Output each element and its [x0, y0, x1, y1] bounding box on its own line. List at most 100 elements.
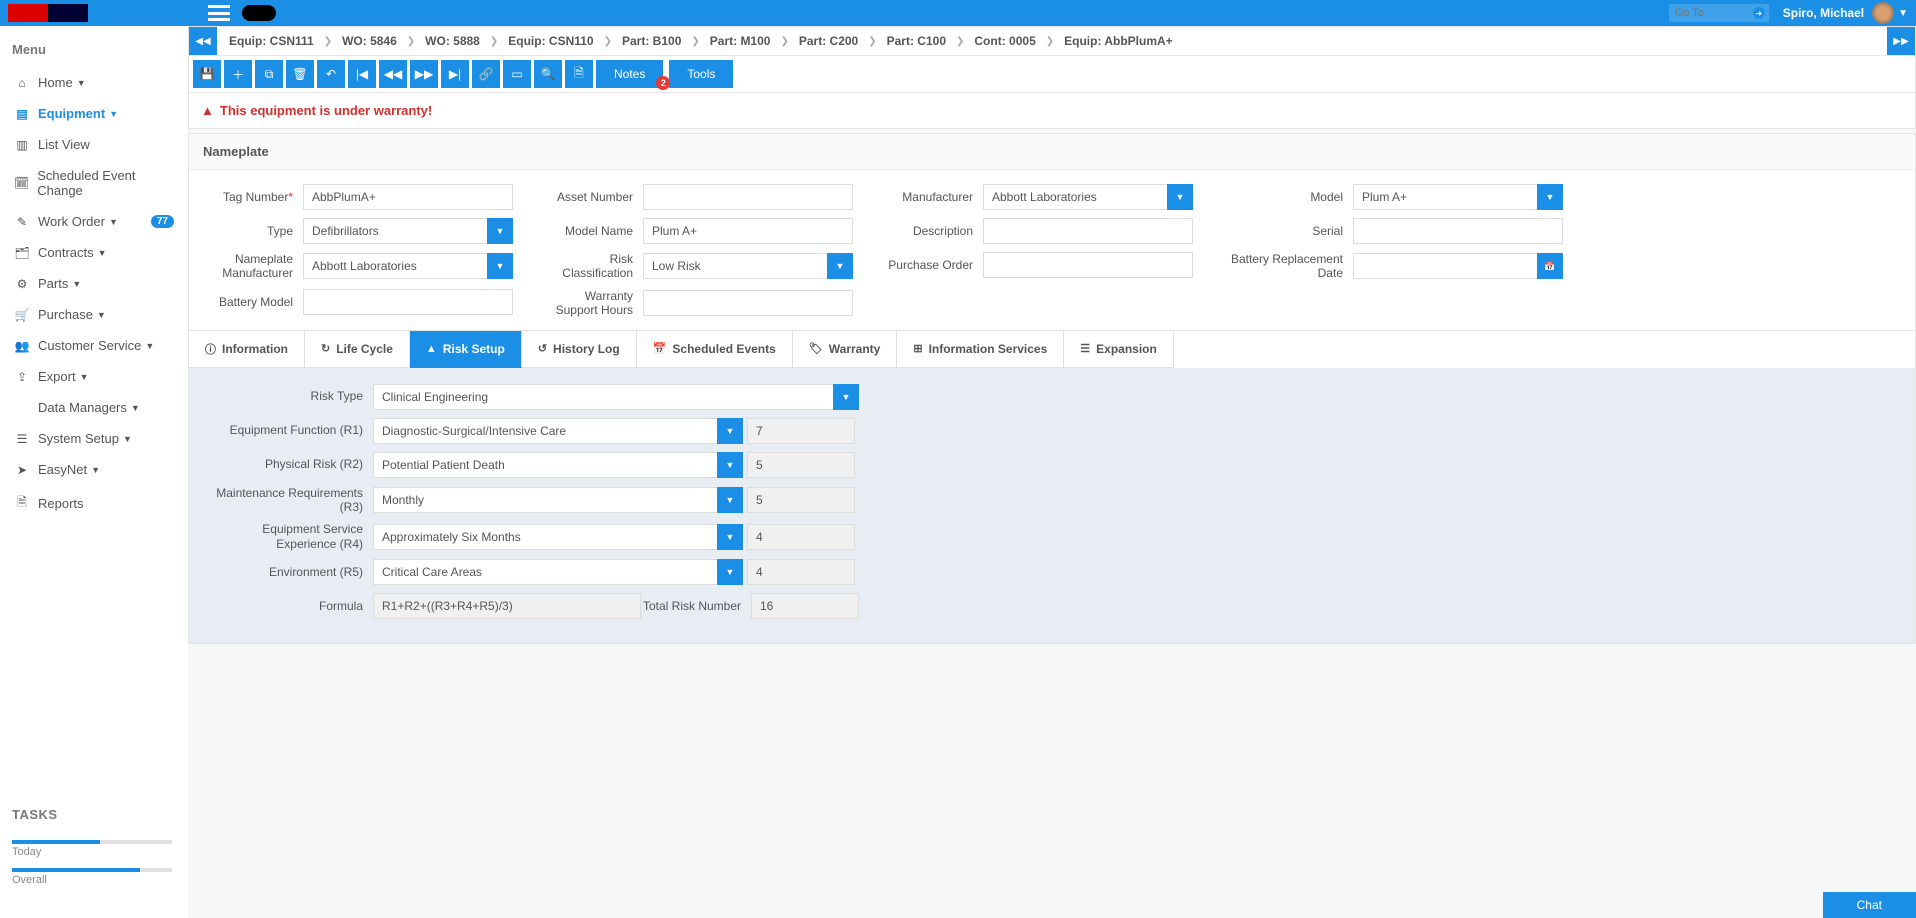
tab-scheduled-events[interactable]: 📅Scheduled Events: [637, 331, 793, 368]
menu-label: Reports: [38, 496, 84, 511]
tab-information[interactable]: ⓘInformation: [189, 331, 305, 368]
dark-mode-toggle[interactable]: [242, 5, 276, 21]
breadcrumb-back-icon[interactable]: ◀◀: [189, 27, 217, 55]
sidebar-item-system-setup[interactable]: ☰System Setup▼: [0, 423, 188, 454]
sidebar-item-home[interactable]: ⌂Home▼: [0, 67, 188, 98]
serial-input[interactable]: [1353, 218, 1563, 244]
next-icon[interactable]: ▶▶: [410, 60, 438, 88]
add-icon[interactable]: ＋: [224, 60, 252, 88]
r1-dropdown-icon[interactable]: ▼: [717, 418, 743, 444]
breadcrumb-item[interactable]: Part: C100: [885, 28, 948, 54]
np-manu-input[interactable]: [303, 253, 487, 279]
breadcrumb-item[interactable]: Cont: 0005: [972, 28, 1037, 54]
risk-type-input[interactable]: [373, 384, 833, 410]
r5-dropdown-icon[interactable]: ▼: [717, 559, 743, 585]
sidebar-item-data-managers[interactable]: Data Managers▼: [0, 392, 188, 423]
tab-information-services[interactable]: ⊞Information Services: [897, 331, 1064, 368]
user-avatar[interactable]: [1872, 2, 1894, 24]
tab-warranty[interactable]: 🏷Warranty: [793, 331, 898, 368]
copy-icon[interactable]: ⧉: [255, 60, 283, 88]
manu-input[interactable]: [983, 184, 1167, 210]
tab-risk-setup[interactable]: ▲Risk Setup: [410, 331, 522, 368]
sidebar-item-list-view[interactable]: ▥List View: [0, 129, 188, 160]
risk-type-dropdown-icon[interactable]: ▼: [833, 384, 859, 410]
calendar-icon[interactable]: 📅: [1537, 253, 1563, 279]
sidebar-item-reports[interactable]: 🗎Reports: [0, 485, 188, 522]
r2-dropdown-icon[interactable]: ▼: [717, 452, 743, 478]
link-icon[interactable]: 🔗: [472, 60, 500, 88]
desc-input[interactable]: [983, 218, 1193, 244]
sidebar-item-export[interactable]: ⇪Export▼: [0, 361, 188, 392]
notes-button[interactable]: Notes: [596, 60, 663, 88]
warranty-hrs-input[interactable]: [643, 290, 853, 316]
r4-input[interactable]: [373, 524, 717, 550]
progress-bar: [12, 868, 172, 872]
last-icon[interactable]: ▶|: [441, 60, 469, 88]
user-name[interactable]: Spiro, Michael: [1783, 6, 1864, 20]
serial-label: Serial: [1223, 224, 1353, 238]
sidebar-item-equipment[interactable]: ▤Equipment▼: [0, 98, 188, 129]
batt-date-label: Battery Replacement Date: [1223, 252, 1353, 281]
asset-input[interactable]: [643, 184, 853, 210]
tab-life-cycle[interactable]: ↻Life Cycle: [305, 331, 410, 368]
goto-arrow-icon[interactable]: ➜: [1753, 7, 1765, 19]
sidebar-item-scheduled-event-change[interactable]: 🗓Scheduled Event Change: [0, 160, 188, 206]
po-input[interactable]: [983, 252, 1193, 278]
breadcrumb-item[interactable]: Part: M100: [708, 28, 773, 54]
r2-input[interactable]: [373, 452, 717, 478]
hamburger-icon[interactable]: [208, 5, 230, 21]
chat-button[interactable]: Chat: [1823, 892, 1916, 918]
sidebar-item-contracts[interactable]: 🗂Contracts▼: [0, 237, 188, 268]
tab-label: Expansion: [1096, 342, 1157, 356]
np-manu-dropdown-icon[interactable]: ▼: [487, 253, 513, 279]
breadcrumb-item[interactable]: Part: B100: [620, 28, 683, 54]
tools-button[interactable]: Tools: [669, 60, 733, 88]
batt-date-input[interactable]: [1353, 253, 1537, 279]
risk-class-dropdown-icon[interactable]: ▼: [827, 253, 853, 279]
breadcrumb-item[interactable]: Equip: CSN110: [506, 28, 595, 54]
tag-input[interactable]: [303, 184, 513, 210]
r3-dropdown-icon[interactable]: ▼: [717, 487, 743, 513]
user-menu-chevron-icon[interactable]: ▼: [1898, 8, 1908, 19]
risk-class-input[interactable]: [643, 253, 827, 279]
tab-history-log[interactable]: ↺History Log: [522, 331, 637, 368]
breadcrumb-item[interactable]: WO: 5846: [340, 28, 399, 54]
model-name-input[interactable]: [643, 218, 853, 244]
r4-score: 4: [747, 524, 855, 550]
sidebar-item-parts[interactable]: ⚙Parts▼: [0, 268, 188, 299]
breadcrumb-item[interactable]: Equip: CSN111: [227, 28, 316, 54]
breadcrumb-item[interactable]: Part: C200: [797, 28, 860, 54]
prev-icon[interactable]: ◀◀: [379, 60, 407, 88]
sidebar-item-purchase[interactable]: 🛒Purchase▼: [0, 299, 188, 330]
tab-expansion[interactable]: ☰ Expansion: [1064, 331, 1174, 368]
model-input[interactable]: [1353, 184, 1537, 210]
breadcrumb-item[interactable]: WO: 5888: [423, 28, 482, 54]
menu-label: Purchase: [38, 307, 93, 322]
r4-dropdown-icon[interactable]: ▼: [717, 524, 743, 550]
save-icon[interactable]: 💾: [193, 60, 221, 88]
document-icon[interactable]: 🗎: [565, 60, 593, 88]
chevron-right-icon: ❯: [407, 36, 415, 47]
breadcrumb-item[interactable]: Equip: AbbPlumA+: [1062, 28, 1175, 54]
model-dropdown-icon[interactable]: ▼: [1537, 184, 1563, 210]
search-icon[interactable]: 🔍: [534, 60, 562, 88]
sidebar-item-easynet[interactable]: ➤EasyNet▼: [0, 454, 188, 485]
delete-icon[interactable]: 🗑: [286, 60, 314, 88]
type-input[interactable]: [303, 218, 487, 244]
r5-input[interactable]: [373, 559, 717, 585]
tab-icon: ☰: [1080, 342, 1090, 355]
sidebar: Menu ⌂Home▼▤Equipment▼▥List View🗓Schedul…: [0, 26, 188, 918]
type-dropdown-icon[interactable]: ▼: [487, 218, 513, 244]
r1-input[interactable]: [373, 418, 717, 444]
manu-dropdown-icon[interactable]: ▼: [1167, 184, 1193, 210]
undo-icon[interactable]: ↶: [317, 60, 345, 88]
r3-input[interactable]: [373, 487, 717, 513]
alert-text: This equipment is under warranty!: [220, 103, 432, 118]
card-icon[interactable]: ▭: [503, 60, 531, 88]
sidebar-item-customer-service[interactable]: 👥Customer Service▼: [0, 330, 188, 361]
batt-model-input[interactable]: [303, 289, 513, 315]
sidebar-item-work-order[interactable]: ✎Work Order▼77: [0, 206, 188, 237]
tab-label: Warranty: [829, 342, 881, 356]
first-icon[interactable]: |◀: [348, 60, 376, 88]
breadcrumb-forward-icon[interactable]: ▶▶: [1887, 27, 1915, 55]
